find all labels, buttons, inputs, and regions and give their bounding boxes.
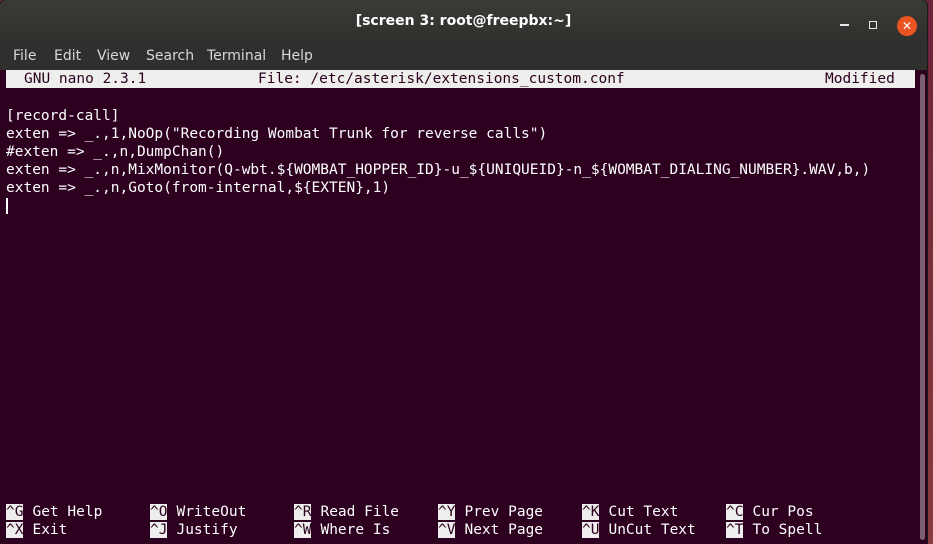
shortcut-get-help: ^G Get Help: [6, 503, 102, 521]
window-title: [screen 3: root@freepbx:~]: [355, 13, 572, 29]
shortcut-label: Prev Page: [464, 504, 544, 520]
nano-modified-status: Modified: [825, 71, 895, 87]
shortcut-key: ^U: [582, 522, 600, 538]
maximize-button[interactable]: [863, 15, 883, 35]
shortcut-key: ^J: [150, 522, 168, 538]
shortcut-key: ^T: [726, 522, 744, 538]
shortcut-key: ^G: [6, 504, 24, 520]
shortcut-key: ^K: [582, 504, 600, 520]
shortcut-label: Exit: [32, 522, 68, 538]
code-line[interactable]: [record-call]: [6, 107, 914, 125]
code-line[interactable]: exten => _.,1,NoOp("Recording Wombat Tru…: [6, 125, 914, 143]
terminal-scrollbar[interactable]: [917, 70, 927, 544]
maximize-icon: [869, 20, 877, 29]
editor-buffer[interactable]: [record-call] exten => _.,1,NoOp("Record…: [6, 107, 914, 215]
menu-terminal[interactable]: Terminal: [207, 48, 266, 64]
close-button[interactable]: ✕: [897, 16, 917, 36]
shortcut-key: ^C: [726, 504, 744, 520]
shortcut-to-spell: ^T To Spell: [726, 521, 822, 539]
text-cursor: [6, 198, 8, 214]
shortcut-cur-pos: ^C Cur Pos: [726, 503, 814, 521]
shortcut-key: ^V: [438, 522, 456, 538]
shortcut-label: Justify: [176, 522, 238, 538]
menu-search[interactable]: Search: [146, 48, 194, 64]
shortcut-label: Next Page: [464, 522, 544, 538]
shortcut-key: ^Y: [438, 504, 456, 520]
shortcut-label: Get Help: [32, 504, 103, 520]
nano-title-bar: GNU nano 2.3.1 File: /etc/asterisk/exten…: [6, 70, 915, 88]
shortcut-uncut-text: ^U UnCut Text: [582, 521, 696, 539]
shortcut-exit: ^X Exit: [6, 521, 67, 539]
shortcut-key: ^W: [294, 522, 312, 538]
cursor-line[interactable]: [6, 197, 914, 215]
window-titlebar[interactable]: [screen 3: root@freepbx:~] ✕: [0, 0, 927, 44]
shortcut-justify: ^J Justify: [150, 521, 238, 539]
shortcut-read-file: ^R Read File: [294, 503, 399, 521]
shortcut-key: ^O: [150, 504, 168, 520]
shortcut-label: Where Is: [320, 522, 391, 538]
menu-help[interactable]: Help: [281, 48, 313, 64]
scrollbar-thumb[interactable]: [920, 74, 925, 540]
nano-file-name: File: /etc/asterisk/extensions_custom.co…: [258, 71, 625, 87]
menu-file[interactable]: File: [13, 48, 36, 64]
code-line[interactable]: exten => _.,n,Goto(from-internal,${EXTEN…: [6, 179, 914, 197]
shortcut-label: WriteOut: [176, 504, 247, 520]
shortcut-label: Cut Text: [608, 504, 679, 520]
terminal-area[interactable]: GNU nano 2.3.1 File: /etc/asterisk/exten…: [0, 70, 927, 544]
shortcut-cut-text: ^K Cut Text: [582, 503, 678, 521]
shortcut-label: To Spell: [752, 522, 823, 538]
shortcut-prev-page: ^Y Prev Page: [438, 503, 543, 521]
close-icon: ✕: [901, 19, 913, 33]
shortcut-next-page: ^V Next Page: [438, 521, 543, 539]
menu-bar: File Edit View Search Terminal Help: [0, 44, 927, 70]
menu-view[interactable]: View: [97, 48, 130, 64]
nano-version: GNU nano 2.3.1: [24, 71, 147, 87]
shortcut-label: UnCut Text: [608, 522, 696, 538]
shortcut-label: Cur Pos: [752, 504, 814, 520]
shortcut-label: Read File: [320, 504, 400, 520]
minimize-button[interactable]: [834, 15, 854, 35]
terminal-window: [screen 3: root@freepbx:~] ✕ File Edit V…: [0, 0, 927, 544]
code-line[interactable]: #exten => _.,n,DumpChan(): [6, 143, 914, 161]
menu-edit[interactable]: Edit: [54, 48, 81, 64]
shortcut-writeout: ^O WriteOut: [150, 503, 246, 521]
shortcut-key: ^R: [294, 504, 312, 520]
shortcut-where-is: ^W Where Is: [294, 521, 390, 539]
minimize-icon: [839, 23, 849, 26]
code-line[interactable]: exten => _.,n,MixMonitor(Q-wbt.${WOMBAT_…: [6, 161, 914, 179]
shortcut-key: ^X: [6, 522, 24, 538]
